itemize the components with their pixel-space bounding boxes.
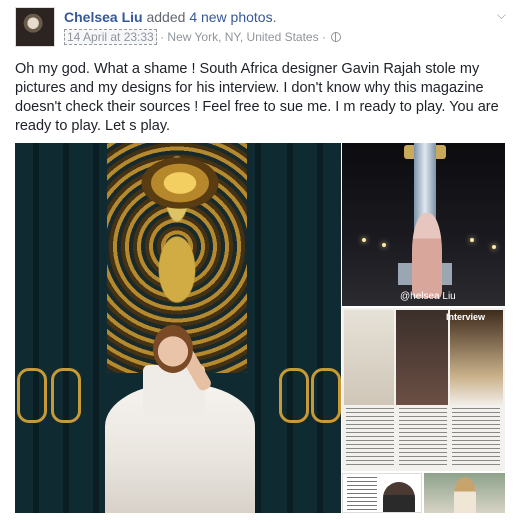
chevron-down-icon[interactable]: ⌵ <box>497 8 506 23</box>
facebook-post: Chelsea Liu added 4 new photos. 14 April… <box>0 0 522 522</box>
photos-count-link[interactable]: 4 new photos <box>189 9 272 25</box>
post-meta: 14 April at 23:33 · New York, NY, United… <box>64 29 342 45</box>
photo-main[interactable] <box>15 143 341 513</box>
photo-magazine-portrait[interactable] <box>342 473 422 513</box>
post-body-text: Oh my god. What a shame ! South Africa d… <box>15 61 499 134</box>
location-text: · New York, NY, United States · <box>156 30 330 44</box>
action-text: added <box>142 9 190 25</box>
action-suffix: . <box>272 9 277 25</box>
photo-magazine-spread[interactable]: Interview <box>342 308 505 471</box>
photo-outdoor[interactable] <box>424 473 505 513</box>
post-header: Chelsea Liu added 4 new photos. <box>64 9 277 25</box>
photo-watermark: @helsea Liu <box>400 291 456 302</box>
author-name-link[interactable]: Chelsea Liu <box>64 9 143 25</box>
photo-grid: @helsea Liu Interview <box>15 143 505 513</box>
magazine-heading: Interview <box>446 312 486 322</box>
avatar[interactable] <box>15 7 55 47</box>
timestamp-link[interactable]: 14 April at 23:33 <box>64 29 157 45</box>
globe-icon[interactable] <box>331 32 342 42</box>
photo-paris[interactable]: @helsea Liu <box>342 143 505 306</box>
